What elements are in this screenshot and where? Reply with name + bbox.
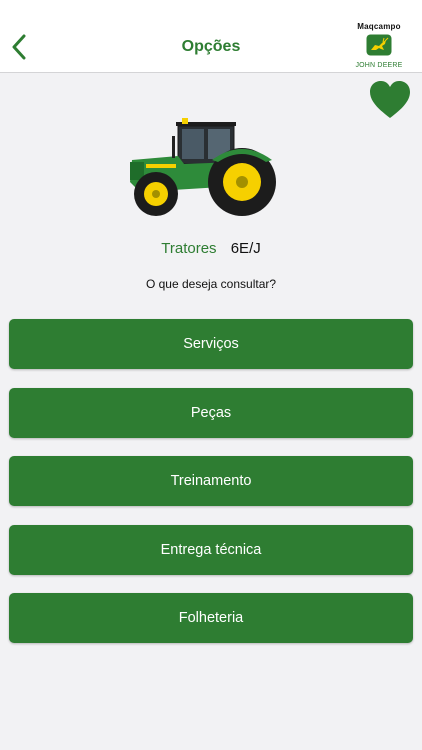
favorite-button[interactable] [369,80,411,120]
tractor-image [130,118,276,216]
product-model: 6E/J [230,240,261,257]
brand-logo: Maqcampo JOHN DEERE [350,22,408,72]
options-menu: Serviços Peças Treinamento Entrega técni… [9,319,413,662]
product-category: Tratores [161,240,217,257]
brand-subtitle: JOHN DEERE [355,62,403,69]
heart-icon [370,81,410,118]
folheteria-button[interactable]: Folheteria [9,593,413,643]
entrega-tecnica-button[interactable]: Entrega técnica [9,524,413,575]
question-label: O que deseja consultar? [145,277,277,291]
product-model-line: Tratores 6E/J [0,240,422,257]
pecas-button[interactable]: Peças [9,387,413,438]
brand-name: Maqcampo [357,22,401,31]
servicos-button[interactable]: Serviços [9,319,413,369]
deer-logo-icon [366,34,392,56]
treinamento-button[interactable]: Treinamento [9,456,413,506]
navigation-bar: Opções Maqcampo JOHN DEERE [0,0,422,73]
